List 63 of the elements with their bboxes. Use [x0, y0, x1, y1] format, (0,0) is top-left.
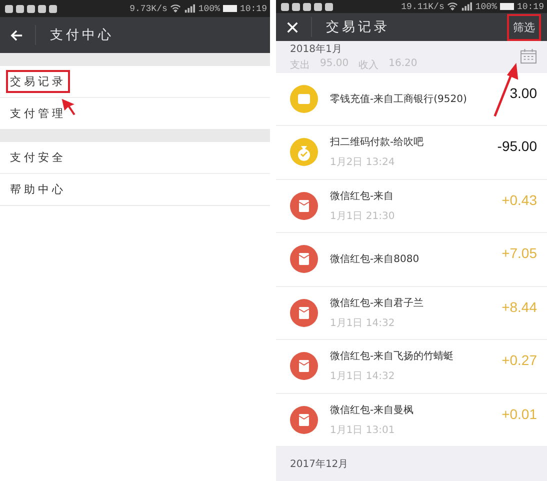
menu-item[interactable]: 支付安全	[0, 142, 270, 174]
battery-percent: 100%	[475, 2, 497, 12]
income-label: 收入	[358, 58, 379, 72]
transaction-amount: 3.00	[510, 84, 537, 100]
transaction-row[interactable]: 零钱充值-来自工商银行(9520) 3.00	[276, 72, 547, 126]
transaction-row[interactable]: 微信红包-来自8080 +7.05	[276, 233, 547, 286]
menu-item[interactable]: 帮助中心	[0, 174, 270, 205]
transaction-amount: -95.00	[497, 138, 537, 154]
signal-icon	[461, 2, 472, 12]
menu-item[interactable]: 支付管理	[0, 98, 270, 129]
close-icon[interactable]	[286, 20, 299, 34]
transaction-time: 1月1日 13:01	[330, 424, 396, 437]
transaction-amount: +7.05	[502, 245, 537, 261]
month-label: 2018年1月	[290, 42, 343, 56]
transaction-time: 1月1日 21:30	[330, 210, 396, 223]
transaction-title: 微信红包-来自君子兰	[330, 296, 425, 310]
transaction-title: 微信红包-来自8080	[330, 252, 420, 266]
transaction-amount: +0.01	[502, 406, 537, 422]
transaction-time: 1月2日 13:24	[330, 156, 396, 170]
transaction-row[interactable]: 微信红包-来自 1月1日 21:30 +0.43	[276, 180, 547, 233]
transaction-row[interactable]: 微信红包-来自君子兰 1月1日 14:32 +8.44	[276, 286, 547, 340]
wifi-icon	[170, 4, 182, 13]
envelope-icon	[290, 352, 318, 380]
transaction-time: 1月1日 14:32	[330, 316, 396, 330]
clock: 10:19	[240, 4, 267, 14]
screen-title: 支付中心	[50, 27, 115, 44]
network-speed: 9.73K/s	[130, 4, 168, 14]
expense-total: 95.00	[320, 58, 349, 71]
transaction-amount: +0.43	[502, 192, 537, 208]
battery-percent: 100%	[198, 4, 220, 14]
transaction-title: 微信红包-来自曼枫	[330, 404, 415, 417]
envelope-icon	[290, 406, 318, 434]
month-label: 2017年12月	[290, 459, 348, 470]
expense-label: 支出	[290, 58, 310, 72]
wifi-icon	[447, 2, 458, 12]
filter-button[interactable]: 筛选	[507, 14, 541, 41]
transaction-title: 零钱充值-来自工商银行(9520)	[330, 92, 468, 106]
envelope-icon	[290, 298, 318, 327]
transaction-title: 扫二维码付款-给吹吧	[330, 136, 425, 150]
signal-icon	[184, 4, 196, 13]
transaction-time: 1月1日 14:32	[330, 370, 396, 384]
menu-label: 支付安全	[9, 150, 67, 166]
transaction-row[interactable]: 扫二维码付款-给吹吧 1月2日 13:24 -95.00	[276, 126, 547, 180]
transaction-row[interactable]: 微信红包-来自飞扬的竹蜻蜓 1月1日 14:32 +0.27	[276, 340, 547, 394]
money-bag-icon	[290, 138, 318, 166]
transaction-title: 微信红包-来自	[330, 190, 395, 203]
back-icon[interactable]	[10, 28, 23, 42]
menu-label: 交易记录	[6, 70, 70, 93]
wallet-icon	[290, 84, 318, 113]
income-total: 16.20	[388, 58, 418, 71]
clock: 10:19	[516, 2, 544, 12]
battery-icon	[222, 5, 237, 12]
transaction-amount: +8.44	[502, 298, 537, 314]
envelope-icon	[290, 245, 318, 274]
transaction-title: 微信红包-来自飞扬的竹蜻蜓	[330, 350, 455, 364]
envelope-icon	[290, 192, 318, 220]
menu-label: 帮助中心	[9, 182, 67, 198]
menu-label: 支付管理	[9, 106, 67, 122]
screen-title: 交易记录	[326, 19, 391, 36]
menu-item[interactable]: 交易记录	[0, 66, 270, 98]
battery-icon	[500, 3, 514, 10]
network-speed: 19.11K/s	[401, 2, 444, 12]
transaction-amount: +0.27	[502, 352, 537, 368]
